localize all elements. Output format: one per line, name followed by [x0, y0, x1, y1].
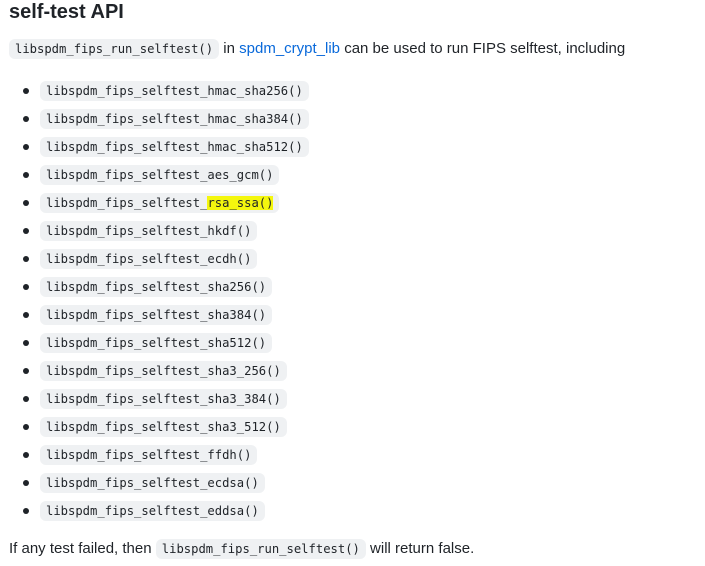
function-name-text: libspdm_fips_selftest_sha256(): [46, 280, 267, 294]
list-item: libspdm_fips_selftest_sha3_512(): [9, 413, 309, 441]
function-name-code: libspdm_fips_selftest_hmac_sha256(): [40, 81, 309, 101]
function-name-code: libspdm_fips_selftest_ffdh(): [40, 445, 258, 465]
function-name-text: libspdm_fips_selftest_sha3_512(): [46, 420, 281, 434]
bullet-icon: [23, 88, 29, 94]
bullet-icon: [23, 312, 29, 318]
list-item: libspdm_fips_selftest_sha3_384(): [9, 385, 309, 413]
function-name-text: libspdm_fips_selftest_ffdh(): [46, 448, 252, 462]
highlighted-text: rsa_ssa(): [207, 196, 274, 210]
list-item: libspdm_fips_selftest_ffdh(): [9, 441, 309, 469]
list-item: libspdm_fips_selftest_hmac_sha384(): [9, 105, 309, 133]
list-item: libspdm_fips_selftest_rsa_ssa(): [9, 189, 309, 217]
bullet-icon: [23, 256, 29, 262]
intro-paragraph: libspdm_fips_run_selftest() in spdm_cryp…: [9, 36, 625, 62]
function-name-code: libspdm_fips_selftest_ecdsa(): [40, 473, 265, 493]
section-heading: self-test API: [9, 1, 124, 23]
function-name-code: libspdm_fips_selftest_sha256(): [40, 277, 273, 297]
outro-paragraph: If any test failed, then libspdm_fips_ru…: [9, 536, 474, 562]
function-name-text: libspdm_fips_selftest_hkdf(): [46, 224, 252, 238]
function-name-code: libspdm_fips_selftest_sha3_512(): [40, 417, 287, 437]
function-name-code: libspdm_fips_selftest_sha512(): [40, 333, 273, 353]
bullet-icon: [23, 368, 29, 374]
function-name-code: libspdm_fips_selftest_hkdf(): [40, 221, 258, 241]
bullet-icon: [23, 424, 29, 430]
list-item: libspdm_fips_selftest_sha512(): [9, 329, 309, 357]
function-name-text: libspdm_fips_selftest_aes_gcm(): [46, 168, 274, 182]
function-name-code: libspdm_fips_selftest_hmac_sha384(): [40, 109, 309, 129]
function-name-text: libspdm_fips_selftest_hmac_sha512(): [46, 140, 303, 154]
intro-text-after: can be used to run FIPS selftest, includ…: [340, 40, 626, 57]
bullet-icon: [23, 396, 29, 402]
function-name-text: libspdm_fips_selftest_sha384(): [46, 308, 267, 322]
function-name-code: libspdm_fips_selftest_rsa_ssa(): [40, 193, 280, 213]
bullet-icon: [23, 116, 29, 122]
bullet-icon: [23, 452, 29, 458]
function-name-code: libspdm_fips_selftest_ecdh(): [40, 249, 258, 269]
function-name-text: libspdm_fips_selftest_sha3_256(): [46, 364, 281, 378]
list-item: libspdm_fips_selftest_ecdh(): [9, 245, 309, 273]
inline-code-run-selftest-outro: libspdm_fips_run_selftest(): [155, 539, 366, 559]
list-item: libspdm_fips_selftest_ecdsa(): [9, 469, 309, 497]
list-item: libspdm_fips_selftest_hkdf(): [9, 217, 309, 245]
bullet-icon: [23, 172, 29, 178]
list-item: libspdm_fips_selftest_eddsa(): [9, 497, 309, 525]
bullet-icon: [23, 340, 29, 346]
bullet-icon: [23, 228, 29, 234]
function-name-text: libspdm_fips_selftest_eddsa(): [46, 504, 259, 518]
outro-text-before: If any test failed, then: [9, 540, 156, 557]
function-name-code: libspdm_fips_selftest_sha3_256(): [40, 361, 287, 381]
list-item: libspdm_fips_selftest_sha3_256(): [9, 357, 309, 385]
function-name-text: libspdm_fips_selftest_ecdsa(): [46, 476, 259, 490]
inline-code-run-selftest: libspdm_fips_run_selftest(): [9, 39, 220, 59]
outro-text-after: will return false.: [365, 540, 475, 557]
function-name-text: libspdm_fips_selftest_hmac_sha384(): [46, 112, 303, 126]
function-name-text: libspdm_fips_selftest_hmac_sha256(): [46, 84, 303, 98]
list-item: libspdm_fips_selftest_sha384(): [9, 301, 309, 329]
function-name-text: libspdm_fips_selftest_: [46, 196, 208, 210]
list-item: libspdm_fips_selftest_sha256(): [9, 273, 309, 301]
list-item: libspdm_fips_selftest_aes_gcm(): [9, 161, 309, 189]
function-name-code: libspdm_fips_selftest_aes_gcm(): [40, 165, 280, 185]
selftest-function-list: libspdm_fips_selftest_hmac_sha256()libsp…: [9, 77, 309, 525]
list-item: libspdm_fips_selftest_hmac_sha256(): [9, 77, 309, 105]
bullet-icon: [23, 200, 29, 206]
bullet-icon: [23, 144, 29, 150]
spdm-crypt-lib-link[interactable]: spdm_crypt_lib: [239, 40, 340, 57]
list-item: libspdm_fips_selftest_hmac_sha512(): [9, 133, 309, 161]
function-name-code: libspdm_fips_selftest_sha3_384(): [40, 389, 287, 409]
function-name-text: libspdm_fips_selftest_sha512(): [46, 336, 267, 350]
bullet-icon: [23, 508, 29, 514]
bullet-icon: [23, 284, 29, 290]
bullet-icon: [23, 480, 29, 486]
function-name-code: libspdm_fips_selftest_hmac_sha512(): [40, 137, 309, 157]
function-name-code: libspdm_fips_selftest_sha384(): [40, 305, 273, 325]
function-name-text: libspdm_fips_selftest_sha3_384(): [46, 392, 281, 406]
function-name-code: libspdm_fips_selftest_eddsa(): [40, 501, 265, 521]
intro-text-in: in: [219, 40, 240, 57]
function-name-text: libspdm_fips_selftest_ecdh(): [46, 252, 252, 266]
